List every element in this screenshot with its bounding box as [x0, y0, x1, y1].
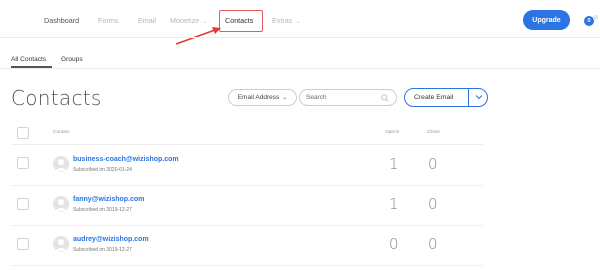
contact-email-link[interactable]: business-coach@wizishop.com — [73, 156, 179, 163]
row-divider — [11, 185, 483, 186]
row-checkbox[interactable] — [17, 238, 29, 250]
subscribed-date: Subscribed on 2019-12-27 — [73, 207, 132, 213]
row-checkbox[interactable] — [17, 198, 29, 210]
avatar — [53, 156, 69, 172]
subscribed-date: Subscribed on 2019-12-27 — [73, 247, 132, 253]
header-divider — [11, 144, 483, 145]
search-input[interactable]: Search — [299, 89, 397, 106]
nav-divider — [0, 37, 600, 38]
create-email-label: Create Email — [414, 94, 454, 101]
chevron-down-icon: ⌄ — [282, 95, 288, 101]
column-header-clicks[interactable]: Clicks — [427, 130, 440, 135]
row-divider — [11, 265, 483, 266]
tabs-divider — [0, 68, 600, 69]
select-all-checkbox[interactable] — [17, 127, 29, 139]
annotation-arrow-icon — [175, 27, 221, 45]
column-header-contact: Contact — [53, 130, 70, 135]
user-silhouette-icon — [55, 199, 67, 211]
contact-email-link[interactable]: fanny@wizishop.com — [73, 196, 144, 203]
avatar — [53, 196, 69, 212]
contact-email-link[interactable]: audrey@wizishop.com — [73, 236, 149, 243]
avatar — [53, 236, 69, 252]
page-title: Contacts — [11, 86, 102, 110]
create-email-button[interactable]: Create Email — [404, 88, 488, 107]
opens-count: 0 — [389, 235, 399, 253]
opens-count: 1 — [389, 155, 399, 173]
opens-count: 1 — [389, 195, 399, 213]
clicks-count: 0 — [428, 155, 438, 173]
user-silhouette-icon — [55, 239, 67, 251]
clicks-count: 0 — [428, 195, 438, 213]
chevron-down-icon[interactable] — [475, 94, 483, 100]
subscribed-date: Subscribed on 2020-01-24 — [73, 167, 132, 173]
search-field-select-label: Email Address — [237, 94, 280, 101]
search-icon[interactable] — [381, 94, 389, 102]
clicks-count: 0 — [428, 235, 438, 253]
button-separator — [468, 89, 469, 106]
user-silhouette-icon — [55, 159, 67, 171]
column-header-opens[interactable]: Opens — [385, 130, 399, 135]
tab-all-contacts[interactable]: All Contacts — [11, 56, 46, 63]
search-placeholder: Search — [306, 94, 327, 101]
search-field-select[interactable]: Email Address ⌄ — [228, 89, 297, 106]
row-checkbox[interactable] — [17, 157, 29, 169]
tab-groups[interactable]: Groups — [61, 56, 83, 63]
row-divider — [11, 225, 483, 226]
